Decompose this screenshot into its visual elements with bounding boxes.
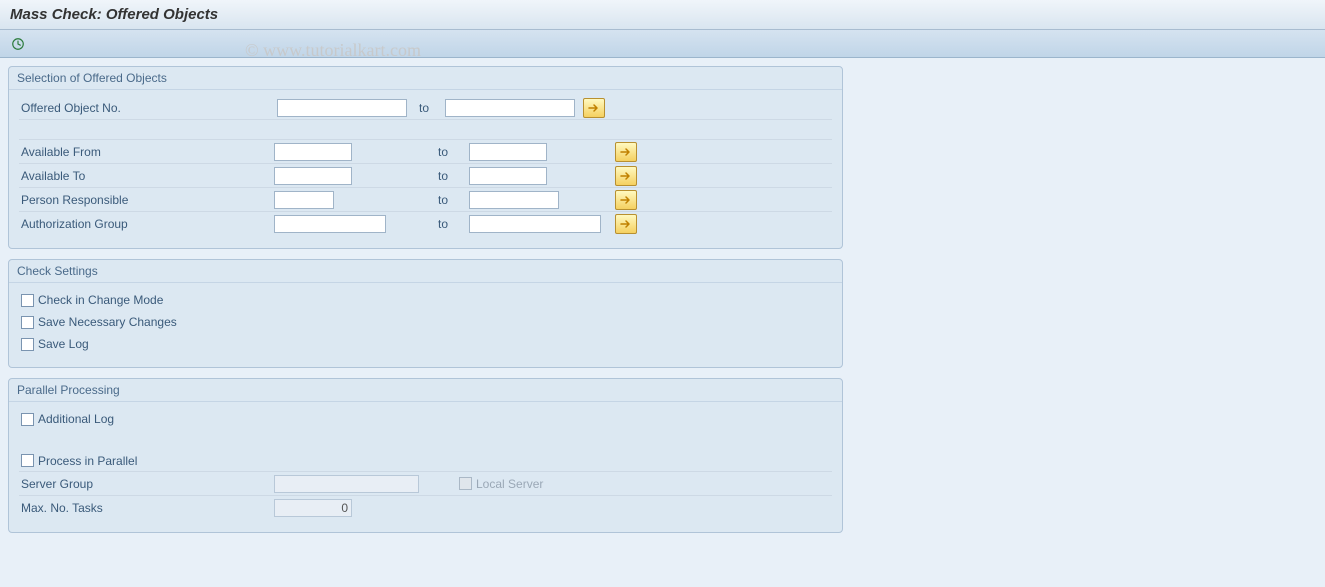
groupbox-check-settings: Check Settings Check in Change Mode Save… — [8, 259, 843, 368]
label-additional-log: Additional Log — [38, 412, 114, 426]
to-label: to — [434, 145, 469, 159]
input-avail-from-high[interactable] — [469, 143, 547, 161]
checkbox-additional-log[interactable] — [21, 413, 34, 426]
row-local-server: Local Server — [459, 477, 543, 491]
input-auth-group-low[interactable] — [274, 215, 386, 233]
label-available-to: Available To — [19, 169, 274, 183]
input-avail-to-high[interactable] — [469, 167, 547, 185]
label-server-group: Server Group — [19, 477, 274, 491]
groupbox-parallel-title: Parallel Processing — [9, 379, 842, 402]
multiple-selection-button[interactable] — [615, 190, 637, 210]
multiple-selection-button[interactable] — [615, 214, 637, 234]
input-max-no-tasks — [274, 499, 352, 517]
label-check-change-mode: Check in Change Mode — [38, 293, 163, 307]
label-max-no-tasks: Max. No. Tasks — [19, 501, 274, 515]
input-server-group — [274, 475, 419, 493]
to-label: to — [434, 169, 469, 183]
application-toolbar — [0, 30, 1325, 58]
label-person-responsible: Person Responsible — [19, 193, 274, 207]
input-auth-group-high[interactable] — [469, 215, 601, 233]
row-process-in-parallel: Process in Parallel — [19, 450, 832, 472]
checkbox-check-change-mode[interactable] — [21, 294, 34, 307]
label-save-log: Save Log — [38, 337, 89, 351]
page-title: Mass Check: Offered Objects — [10, 6, 218, 23]
row-additional-log: Additional Log — [19, 408, 832, 430]
row-save-log: Save Log — [19, 333, 832, 355]
checkbox-save-log[interactable] — [21, 338, 34, 351]
groupbox-selection: Selection of Offered Objects Offered Obj… — [8, 66, 843, 249]
row-max-no-tasks: Max. No. Tasks — [19, 496, 832, 520]
input-avail-to-low[interactable] — [274, 167, 352, 185]
checkbox-local-server — [459, 477, 472, 490]
multiple-selection-button[interactable] — [583, 98, 605, 118]
multiple-selection-button[interactable] — [615, 166, 637, 186]
to-label: to — [434, 193, 469, 207]
row-server-group: Server Group Local Server — [19, 472, 832, 496]
groupbox-check-settings-title: Check Settings — [9, 260, 842, 283]
label-available-from: Available From — [19, 145, 274, 159]
row-save-necessary-changes: Save Necessary Changes — [19, 311, 832, 333]
groupbox-parallel-processing: Parallel Processing Additional Log Proce… — [8, 378, 843, 533]
row-person-responsible: Person Responsible to — [19, 188, 832, 212]
to-label: to — [434, 217, 469, 231]
row-offered-object-no: Offered Object No. to — [19, 96, 832, 120]
row-available-to: Available To to — [19, 164, 832, 188]
label-authorization-group: Authorization Group — [19, 217, 274, 231]
page-title-bar: Mass Check: Offered Objects — [0, 0, 1325, 30]
checkbox-process-in-parallel[interactable] — [21, 454, 34, 467]
checkbox-save-necessary-changes[interactable] — [21, 316, 34, 329]
input-person-resp-high[interactable] — [469, 191, 559, 209]
groupbox-selection-title: Selection of Offered Objects — [9, 67, 842, 90]
row-check-change-mode: Check in Change Mode — [19, 289, 832, 311]
row-authorization-group: Authorization Group to — [19, 212, 832, 236]
multiple-selection-button[interactable] — [615, 142, 637, 162]
row-available-from: Available From to — [19, 140, 832, 164]
label-local-server: Local Server — [476, 477, 543, 491]
execute-icon[interactable] — [8, 34, 28, 54]
input-offered-no-to[interactable] — [445, 99, 575, 117]
input-offered-no-from[interactable] — [277, 99, 407, 117]
input-person-resp-low[interactable] — [274, 191, 334, 209]
label-offered-object-no: Offered Object No. — [19, 101, 277, 115]
content-area: Selection of Offered Objects Offered Obj… — [0, 58, 1325, 551]
input-avail-from-low[interactable] — [274, 143, 352, 161]
label-process-in-parallel: Process in Parallel — [38, 454, 137, 468]
spacer — [19, 120, 832, 140]
to-label: to — [415, 101, 445, 115]
label-save-necessary-changes: Save Necessary Changes — [38, 315, 177, 329]
